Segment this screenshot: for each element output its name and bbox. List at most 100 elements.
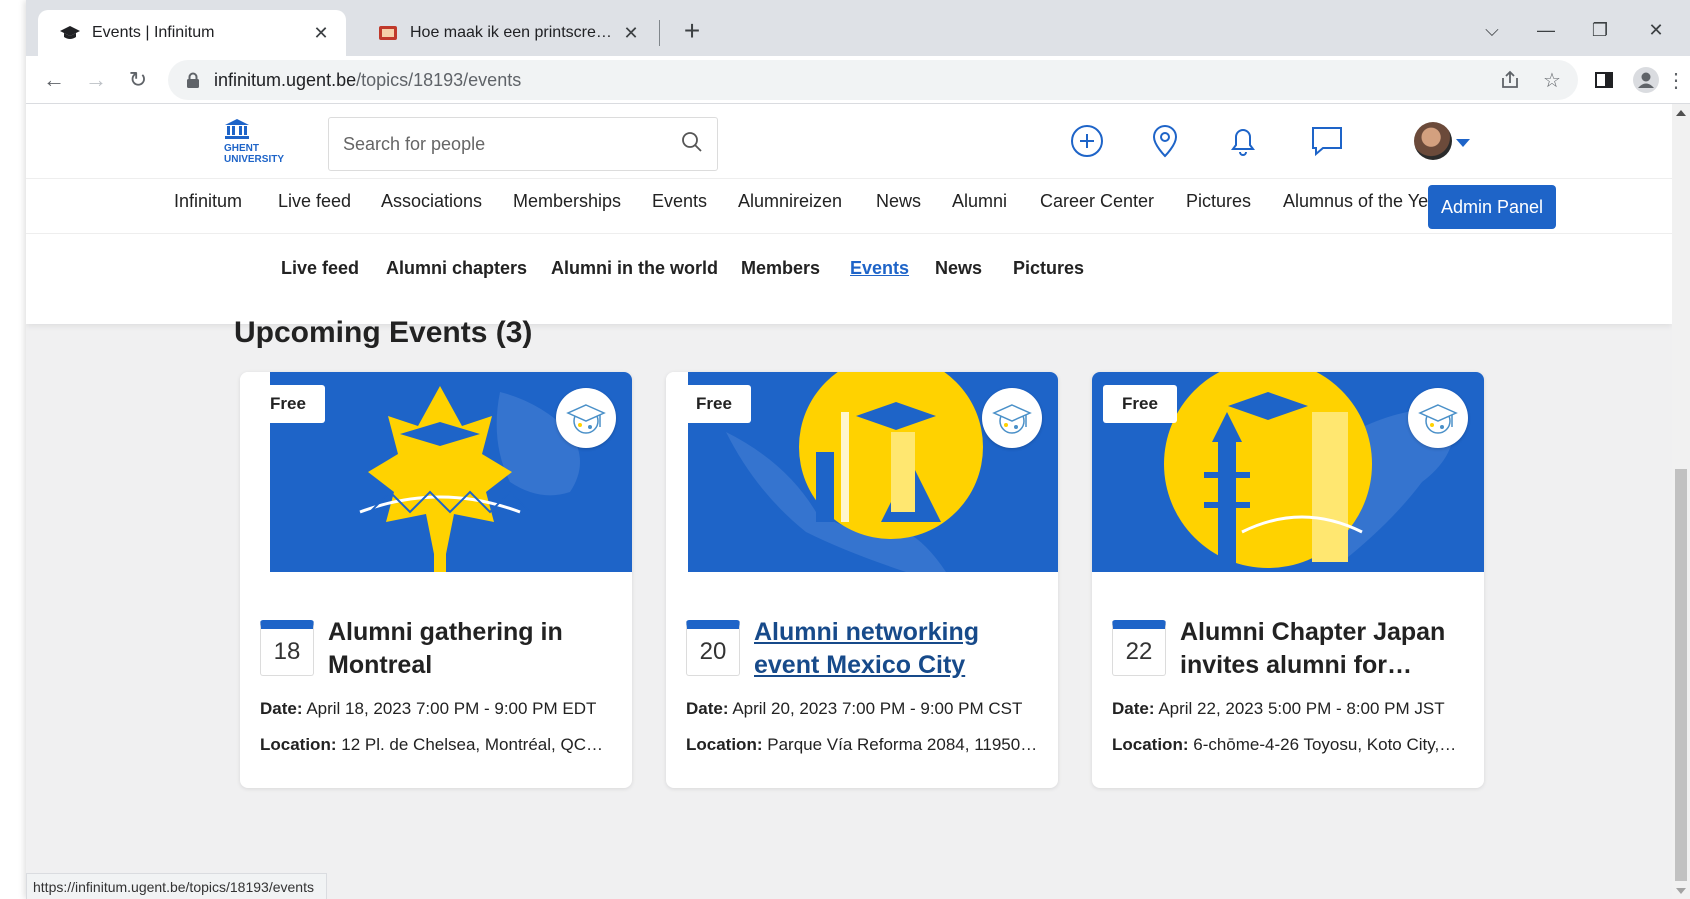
- graduation-cap-icon: [60, 24, 80, 42]
- event-date: April 20, 2023 7:00 PM - 9:00 PM CST: [732, 699, 1023, 718]
- event-day: 20: [686, 620, 740, 676]
- date-label: Date:: [686, 699, 729, 718]
- event-location: 6-chōme-4-26 Toyosu, Koto City,…: [1193, 735, 1457, 754]
- bookmark-star-icon[interactable]: ☆: [1536, 64, 1568, 96]
- caret-down-icon[interactable]: [1456, 139, 1470, 147]
- location-label: Location:: [1112, 735, 1189, 754]
- url-host: infinitum.ugent.be: [214, 69, 357, 90]
- event-title[interactable]: Alumni networking event Mexico City: [754, 616, 1044, 682]
- logo-line-1: GHENT: [224, 143, 259, 154]
- scrollbar-thumb[interactable]: [1675, 469, 1687, 881]
- nav-live-feed[interactable]: Live feed: [278, 191, 351, 212]
- nav-career-center[interactable]: Career Center: [1040, 191, 1154, 212]
- add-circle-icon[interactable]: [1066, 120, 1108, 162]
- event-day: 18: [260, 620, 314, 676]
- subnav-news[interactable]: News: [935, 258, 982, 279]
- restore-icon[interactable]: ❐: [1574, 10, 1626, 50]
- url-path: /topics/18193/events: [356, 69, 522, 90]
- share-icon[interactable]: [1494, 64, 1526, 96]
- status-bar-url: https://infinitum.ugent.be/topics/18193/…: [26, 873, 327, 899]
- browser-toolbar: ← → ↻ infinitum.ugent.be/topics/18193/ev…: [26, 56, 1690, 104]
- ugent-logo[interactable]: GHENT UNIVERSITY: [224, 118, 294, 168]
- event-card[interactable]: Free 22 Alumni Chapter Japan invites alu…: [1092, 372, 1484, 788]
- tab-strip: Events | Infinitum ✕ Hoe maak ik een pri…: [26, 0, 1690, 56]
- date-label: Date:: [260, 699, 303, 718]
- subnav-alumni-in-the-world[interactable]: Alumni in the world: [551, 258, 718, 279]
- address-bar[interactable]: infinitum.ugent.be/topics/18193/events: [168, 60, 1578, 100]
- side-panel-icon[interactable]: [1588, 64, 1620, 96]
- nav-infinitum[interactable]: Infinitum: [174, 191, 242, 212]
- nav-alumnireizen[interactable]: Alumnireizen: [738, 191, 842, 212]
- subnav-live-feed[interactable]: Live feed: [281, 258, 359, 279]
- event-date: April 18, 2023 7:00 PM - 9:00 PM EDT: [306, 699, 597, 718]
- main-navigation: Infinitum Live feed Associations Members…: [26, 178, 1672, 234]
- event-date-line: Date: April 18, 2023 7:00 PM - 9:00 PM E…: [260, 699, 620, 719]
- nav-memberships[interactable]: Memberships: [513, 191, 621, 212]
- tab-separator: [659, 20, 660, 46]
- nav-alumnus-of-the-year[interactable]: Alumnus of the Year: [1283, 191, 1444, 212]
- page-favicon-icon: [378, 24, 398, 42]
- subnav-alumni-chapters[interactable]: Alumni chapters: [386, 258, 527, 279]
- event-location-line: Location: 6-chōme-4-26 Toyosu, Koto City…: [1112, 735, 1472, 755]
- chat-bubble-icon[interactable]: [1306, 120, 1348, 162]
- tab-events-infinitum[interactable]: Events | Infinitum ✕: [38, 10, 346, 56]
- lock-icon: [186, 72, 200, 88]
- new-tab-icon[interactable]: +: [674, 14, 710, 50]
- tab-printscreen[interactable]: Hoe maak ik een printscreen op een ✕: [356, 10, 656, 56]
- admin-panel-button[interactable]: Admin Panel: [1428, 185, 1556, 229]
- close-tab-icon[interactable]: ✕: [310, 23, 332, 44]
- event-location: Parque Vía Reforma 2084, 11950…: [767, 735, 1038, 754]
- free-badge: Free: [1103, 385, 1177, 423]
- event-title[interactable]: Alumni Chapter Japan invites alumni for…: [1180, 616, 1470, 682]
- logo-line-2: UNIVERSITY: [224, 154, 285, 165]
- event-location-line: Location: Parque Vía Reforma 2084, 11950…: [686, 735, 1046, 755]
- subnav-members[interactable]: Members: [741, 258, 820, 279]
- minimize-icon[interactable]: —: [1520, 10, 1572, 50]
- nav-alumni[interactable]: Alumni: [952, 191, 1007, 212]
- tab-search-chevron-icon[interactable]: ⌵: [1466, 10, 1518, 50]
- event-day: 22: [1112, 620, 1166, 676]
- site-header: GHENT UNIVERSITY Search for people Infin…: [26, 104, 1672, 324]
- tab-title: Events | Infinitum: [92, 24, 215, 41]
- event-card[interactable]: Free 18 Alumni gathering in Montreal Dat…: [240, 372, 632, 788]
- event-location-line: Location: 12 Pl. de Chelsea, Montréal, Q…: [260, 735, 620, 755]
- back-arrow-icon[interactable]: ←: [38, 64, 70, 96]
- menu-kebab-icon[interactable]: ⋮: [1666, 64, 1686, 96]
- event-card[interactable]: Free 20 Alumni networking event Mexico C…: [666, 372, 1058, 788]
- free-badge: Free: [677, 385, 751, 423]
- subnav-pictures[interactable]: Pictures: [1013, 258, 1084, 279]
- nav-events[interactable]: Events: [652, 191, 707, 212]
- graduation-cap-icon: [556, 388, 616, 448]
- nav-news[interactable]: News: [876, 191, 921, 212]
- upcoming-events-heading: Upcoming Events (3): [234, 316, 533, 349]
- building-icon: [225, 119, 249, 139]
- people-search-input[interactable]: Search for people: [328, 117, 718, 171]
- event-title[interactable]: Alumni gathering in Montreal: [328, 616, 618, 682]
- topic-sub-navigation: Live feed Alumni chapters Alumni in the …: [26, 234, 1672, 304]
- page-viewport: GHENT UNIVERSITY Search for people Infin…: [26, 104, 1672, 899]
- profile-icon[interactable]: [1630, 64, 1662, 96]
- graduation-cap-icon: [982, 388, 1042, 448]
- forward-arrow-icon[interactable]: →: [80, 64, 112, 96]
- event-date-line: Date: April 20, 2023 7:00 PM - 9:00 PM C…: [686, 699, 1046, 719]
- browser-window: Events | Infinitum ✕ Hoe maak ik een pri…: [26, 0, 1690, 899]
- subnav-events[interactable]: Events: [850, 258, 909, 279]
- map-pin-icon[interactable]: [1144, 120, 1186, 162]
- nav-associations[interactable]: Associations: [381, 191, 482, 212]
- reload-icon[interactable]: ↻: [122, 64, 154, 96]
- close-tab-icon[interactable]: ✕: [620, 23, 642, 44]
- bell-icon[interactable]: [1222, 120, 1264, 162]
- scroll-up-arrow-icon[interactable]: [1676, 110, 1686, 116]
- nav-pictures[interactable]: Pictures: [1186, 191, 1251, 212]
- location-label: Location:: [686, 735, 763, 754]
- scroll-down-arrow-icon[interactable]: [1676, 888, 1686, 894]
- vertical-scrollbar[interactable]: [1672, 104, 1690, 899]
- search-placeholder: Search for people: [343, 133, 486, 154]
- free-badge: Free: [251, 385, 325, 423]
- close-window-icon[interactable]: ✕: [1630, 10, 1682, 50]
- event-date: April 22, 2023 5:00 PM - 8:00 PM JST: [1158, 699, 1445, 718]
- graduation-cap-icon: [1408, 388, 1468, 448]
- user-avatar[interactable]: [1414, 122, 1452, 160]
- search-icon[interactable]: [681, 131, 703, 158]
- event-date-line: Date: April 22, 2023 5:00 PM - 8:00 PM J…: [1112, 699, 1472, 719]
